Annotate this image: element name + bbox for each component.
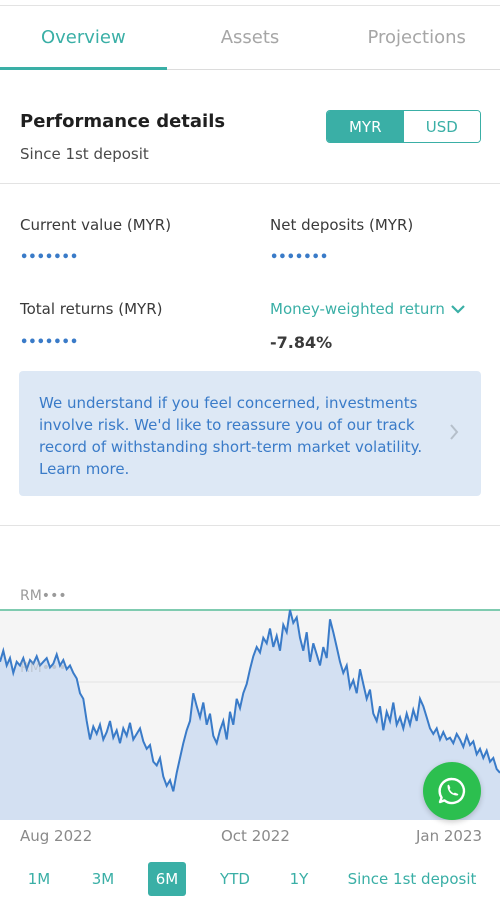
section-divider [0, 183, 500, 184]
chart-y-label-mid: RM••• [20, 660, 67, 676]
range-3m-button[interactable]: 3M [82, 862, 124, 896]
range-1m-button[interactable]: 1M [18, 862, 60, 896]
money-weighted-return-label: Money-weighted return [270, 300, 445, 318]
range-ytd-button[interactable]: YTD [212, 862, 258, 896]
performance-title: Performance details [20, 111, 226, 132]
net-deposits-label: Net deposits (MYR) [270, 216, 414, 234]
notice-text: We understand if you feel concerned, inv… [39, 394, 423, 478]
chart-divider [0, 525, 500, 526]
volatility-notice[interactable]: We understand if you feel concerned, inv… [19, 371, 481, 496]
total-returns-label: Total returns (MYR) [20, 300, 163, 318]
chevron-right-icon [450, 424, 459, 440]
whatsapp-icon [438, 777, 466, 805]
chevron-down-icon [451, 305, 465, 314]
total-returns-masked: ••••••• [20, 335, 79, 350]
tab-overview[interactable]: Overview [0, 6, 167, 70]
range-6m-button[interactable]: 6M [148, 862, 186, 896]
current-value-masked: ••••••• [20, 250, 79, 265]
money-weighted-return-dropdown[interactable]: Money-weighted return [270, 300, 465, 318]
x-axis-label-aug: Aug 2022 [20, 827, 93, 845]
currency-myr-button[interactable]: MYR [327, 111, 404, 142]
currency-toggle: MYR USD [326, 110, 481, 143]
x-axis-label-jan: Jan 2023 [416, 827, 483, 845]
whatsapp-button[interactable] [423, 762, 481, 820]
x-axis-label-oct: Oct 2022 [221, 827, 290, 845]
tab-projections[interactable]: Projections [333, 6, 500, 69]
time-range-selector: 1M 3M 6M YTD 1Y Since 1st deposit [0, 862, 500, 896]
net-deposits-masked: ••••••• [270, 250, 329, 265]
performance-subtitle: Since 1st deposit [20, 145, 149, 163]
tab-assets[interactable]: Assets [167, 6, 334, 69]
currency-usd-button[interactable]: USD [403, 111, 480, 142]
tab-bar: Overview Assets Projections [0, 6, 500, 70]
current-value-label: Current value (MYR) [20, 216, 172, 234]
money-weighted-return-value: -7.84% [270, 333, 333, 352]
range-1y-button[interactable]: 1Y [280, 862, 318, 896]
range-since-deposit-button[interactable]: Since 1st deposit [344, 862, 480, 896]
